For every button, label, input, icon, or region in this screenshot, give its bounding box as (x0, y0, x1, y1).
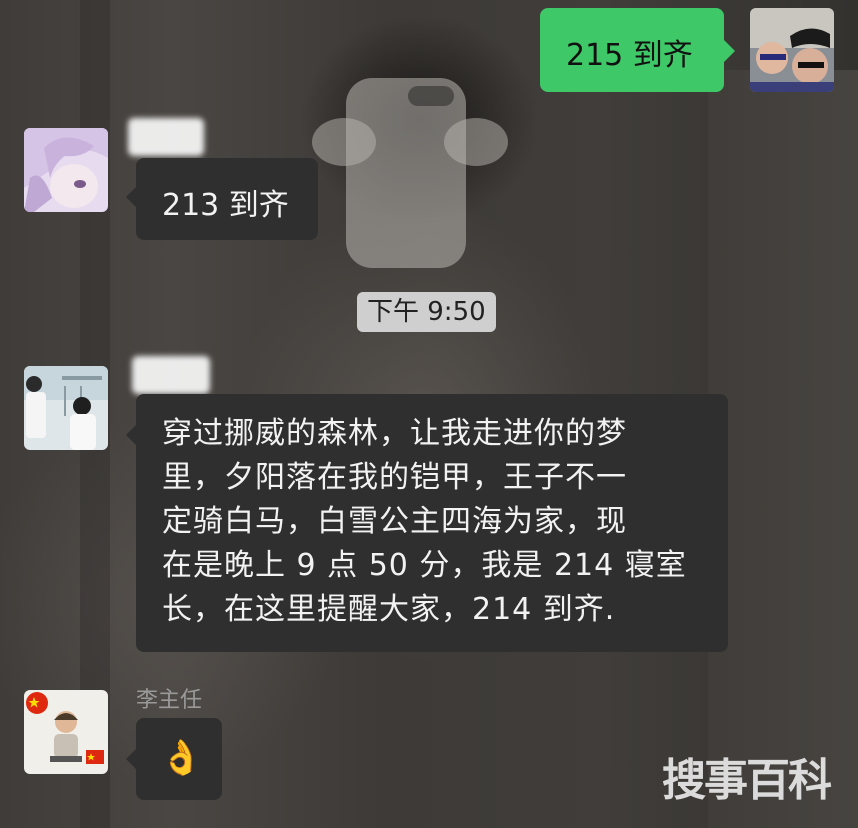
ok-hand-emoji: 👌 (160, 738, 203, 778)
sender-name-blurred (128, 118, 204, 156)
sender-name: 李主任 (136, 688, 203, 713)
sender-avatar-couple[interactable] (24, 366, 108, 450)
message-text: 215 到齐 (566, 38, 693, 73)
chat-timestamp: 下午 9:50 (357, 292, 496, 332)
background-phone (346, 78, 466, 268)
bubble-tail (724, 40, 735, 62)
message-text-block: 穿过挪威的森林，让我走进你的梦 里，夕阳落在我的铠甲，王子不一 定骑白马，白雪公… (136, 394, 728, 632)
sender-avatar-kid-flag[interactable] (24, 690, 108, 774)
message-line: 长，在这里提醒大家，214 到齐. (162, 592, 616, 627)
message-line: 定骑白马，白雪公主四海为家，现 (162, 504, 627, 539)
sender-name-blurred (132, 356, 210, 394)
my-avatar[interactable] (750, 8, 834, 92)
sender-avatar-anime[interactable] (24, 128, 108, 212)
message-line: 里，夕阳落在我的铠甲，王子不一 (162, 460, 627, 495)
background-phone-lens (408, 86, 454, 106)
message-line: 穿过挪威的森林，让我走进你的梦 (162, 416, 627, 451)
background-door (708, 70, 858, 828)
watermark-logo: 搜事百科 (662, 755, 832, 806)
incoming-emoji-bubble[interactable]: 👌 (136, 718, 222, 800)
message-text: 213 到齐 (162, 188, 289, 223)
incoming-message-bubble[interactable]: 213 到齐 (136, 158, 318, 240)
outgoing-message-bubble[interactable]: 215 到齐 (540, 8, 724, 92)
incoming-message-bubble-long[interactable]: 穿过挪威的森林，让我走进你的梦 里，夕阳落在我的铠甲，王子不一 定骑白马，白雪公… (136, 394, 728, 652)
message-line: 在是晚上 9 点 50 分，我是 214 寝室 (162, 548, 687, 583)
